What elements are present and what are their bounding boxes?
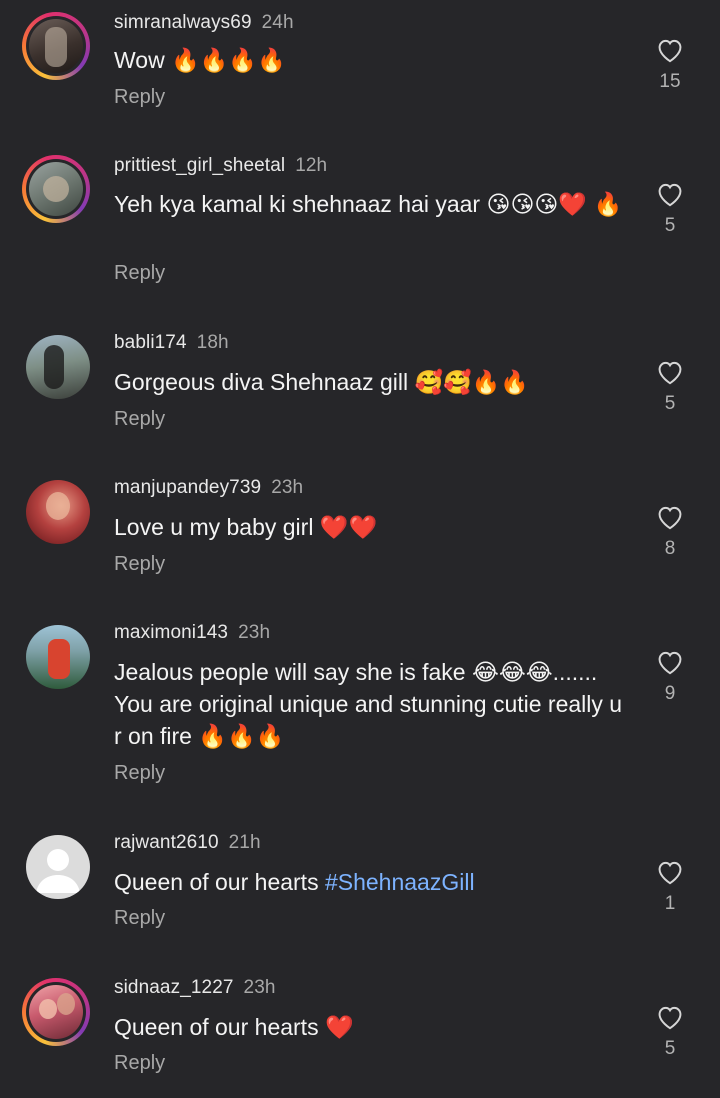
like-button[interactable]: 15	[652, 36, 688, 93]
reply-button[interactable]: Reply	[114, 86, 165, 109]
heart-outline-icon[interactable]	[655, 858, 685, 885]
like-button[interactable]: 9	[652, 648, 688, 705]
heart-outline-icon[interactable]	[655, 358, 685, 385]
heart-outline-icon[interactable]	[655, 648, 685, 675]
like-count: 1	[664, 893, 676, 914]
comment-text: Queen of our hearts ❤️	[114, 1014, 354, 1040]
username[interactable]: rajwant2610	[114, 832, 219, 853]
comment-text: Yeh kya kamal ki shehnaaz hai yaar 😘😘😘❤️…	[114, 191, 623, 217]
heart-outline-icon[interactable]	[655, 1003, 685, 1030]
comment-header: rajwant2610 21h	[114, 832, 261, 854]
username[interactable]: maximoni143	[114, 622, 228, 643]
comment-header: prittiest_girl_sheetal 12h	[114, 155, 327, 177]
avatar[interactable]	[22, 978, 90, 1046]
username[interactable]: babli174	[114, 332, 187, 353]
avatar[interactable]	[26, 335, 90, 399]
comment-header: simranalways69 24h	[114, 12, 294, 34]
hashtag-link[interactable]: #ShehnaazGill	[325, 869, 475, 895]
reply-button[interactable]: Reply	[114, 762, 165, 785]
comment-header: maximoni143 23h	[114, 622, 270, 644]
username[interactable]: simranalways69	[114, 12, 252, 33]
timestamp: 21h	[228, 832, 261, 853]
like-count: 5	[664, 1038, 676, 1059]
comment-text: Jealous people will say she is fake 😂😂😂.…	[114, 659, 623, 749]
like-count: 5	[664, 215, 676, 236]
like-count: 5	[664, 393, 676, 414]
timestamp: 18h	[196, 332, 229, 353]
username[interactable]: sidnaaz_1227	[114, 977, 234, 998]
comment-text: Queen of our hearts #ShehnaazGill	[114, 866, 624, 898]
like-count: 9	[664, 683, 676, 704]
like-button[interactable]: 5	[652, 358, 688, 415]
comment-text: Wow 🔥🔥🔥🔥	[114, 47, 286, 73]
comment-text: Love u my baby girl ❤️❤️	[114, 514, 378, 540]
timestamp: 24h	[261, 12, 294, 33]
like-button[interactable]: 5	[652, 180, 688, 237]
avatar[interactable]	[26, 835, 90, 899]
reply-button[interactable]: Reply	[114, 907, 165, 930]
heart-outline-icon[interactable]	[655, 36, 685, 63]
comment-header: sidnaaz_1227 23h	[114, 977, 276, 999]
avatar[interactable]	[22, 12, 90, 80]
avatar[interactable]	[26, 480, 90, 544]
like-button[interactable]: 5	[652, 1003, 688, 1060]
timestamp: 23h	[243, 977, 276, 998]
comment-header: manjupandey739 23h	[114, 477, 303, 499]
person-silhouette-icon	[36, 849, 80, 893]
heart-outline-icon[interactable]	[655, 180, 685, 207]
comment-text-plain: Queen of our hearts	[114, 869, 325, 895]
reply-button[interactable]: Reply	[114, 262, 165, 285]
like-button[interactable]: 1	[652, 858, 688, 915]
timestamp: 12h	[295, 155, 328, 176]
like-count: 8	[664, 538, 676, 559]
comment-text: Gorgeous diva Shehnaaz gill 🥰🥰🔥🔥	[114, 369, 530, 395]
username[interactable]: prittiest_girl_sheetal	[114, 155, 285, 176]
reply-button[interactable]: Reply	[114, 408, 165, 431]
username[interactable]: manjupandey739	[114, 477, 261, 498]
reply-button[interactable]: Reply	[114, 1052, 165, 1075]
heart-outline-icon[interactable]	[655, 503, 685, 530]
reply-button[interactable]: Reply	[114, 553, 165, 576]
comment-header: babli174 18h	[114, 332, 229, 354]
timestamp: 23h	[238, 622, 271, 643]
timestamp: 23h	[271, 477, 304, 498]
like-button[interactable]: 8	[652, 503, 688, 560]
avatar[interactable]	[26, 625, 90, 689]
like-count: 15	[659, 71, 681, 92]
avatar[interactable]	[22, 155, 90, 223]
